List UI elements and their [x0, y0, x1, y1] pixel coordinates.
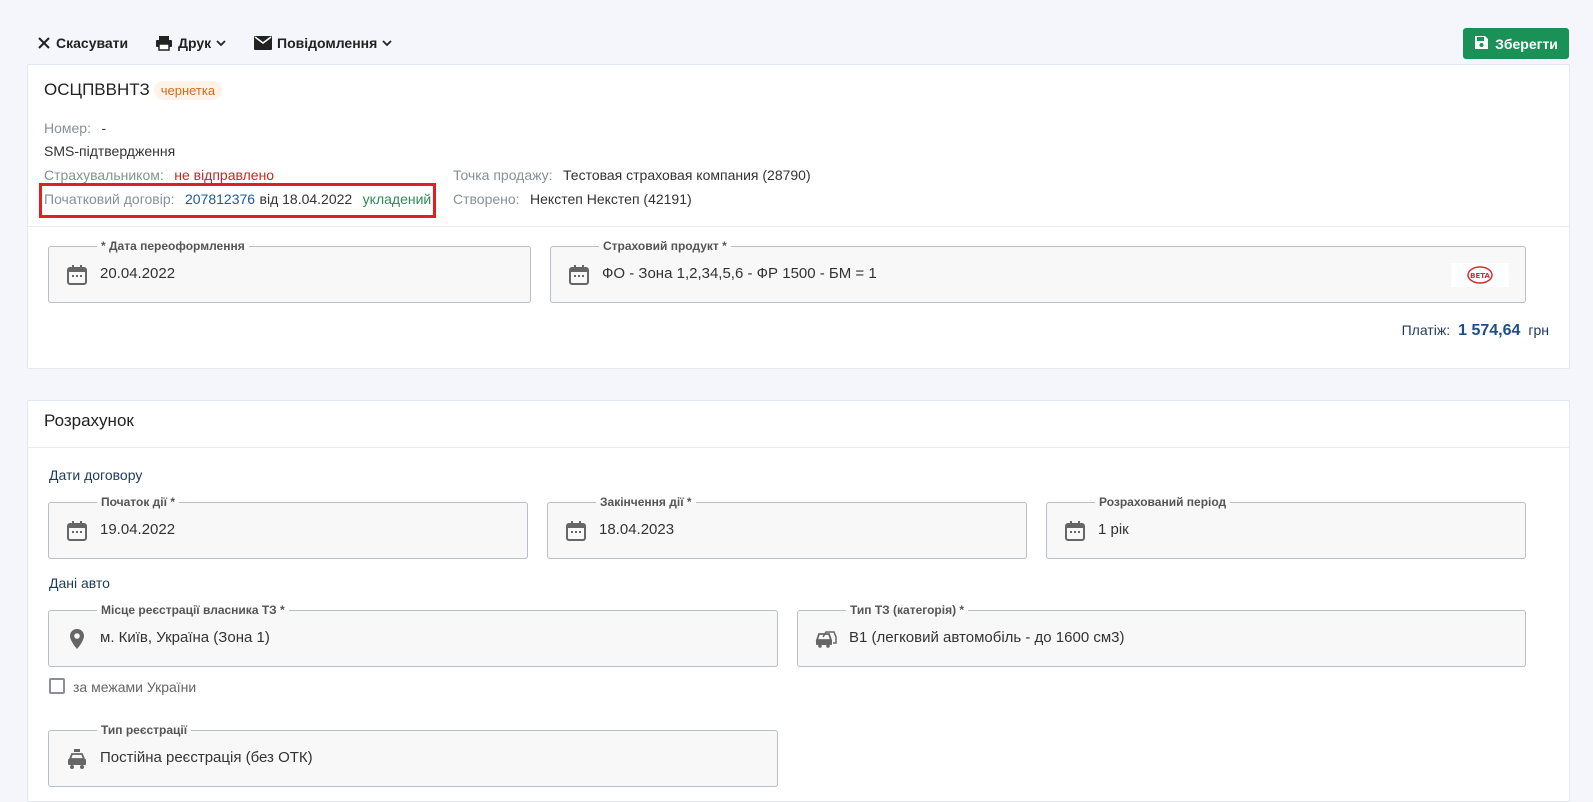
contract-title: ОСЦПВВНТЗ [44, 80, 150, 99]
svg-text:BETA: BETA [1470, 272, 1490, 280]
card-divider [28, 226, 1569, 227]
contract-dates-section: Дати договору [49, 467, 143, 483]
registration-type-field[interactable]: Тип реєстрації Постійна реєстрація (без … [48, 723, 778, 787]
payment-summary: Платіж: 1 574,64 грн [1402, 322, 1549, 340]
original-contract-date: від 18.04.2022 [259, 191, 353, 207]
period-label: Розрахований період [1095, 495, 1231, 509]
start-date-field[interactable]: Початок дії * 19.04.2022 [48, 495, 528, 559]
notifications-button[interactable]: Повідомлення [254, 32, 392, 54]
original-contract-row: Початковий договір: 207812376 від 18.04.… [44, 191, 431, 209]
vehicle-type-label: Тип ТЗ (категорія) * [846, 603, 969, 617]
insurer-status: не відправлено [174, 167, 275, 183]
save-button-label: Зберегти [1495, 35, 1558, 52]
registration-place-field[interactable]: Місце реєстрації власника ТЗ * м. Київ, … [48, 603, 778, 667]
registration-type-value: Постійна реєстрація (без ОТК) [100, 749, 313, 766]
card-divider [28, 447, 1569, 448]
payment-currency: грн [1528, 322, 1549, 338]
reissue-date-field[interactable]: * Дата переоформлення 20.04.2022 [48, 239, 531, 303]
vehicle-type-field[interactable]: Тип ТЗ (категорія) * B1 (легковий автомо… [797, 603, 1526, 667]
registration-type-label: Тип реєстрації [97, 723, 192, 737]
payment-label: Платіж: [1401, 322, 1451, 338]
calendar-icon[interactable] [66, 520, 88, 542]
sms-confirmation-label: SMS-підтвердження [44, 143, 176, 159]
insurance-product-field[interactable]: Страховий продукт * ФО - Зона 1,2,34,5,6… [550, 239, 1526, 303]
notifications-button-label: Повідомлення [277, 35, 378, 51]
calendar-icon[interactable] [565, 520, 587, 542]
status-badge: чернетка [153, 80, 223, 100]
taxi-icon [66, 748, 88, 770]
chevron-down-icon [216, 39, 226, 47]
reissue-date-label: * Дата переоформлення [97, 239, 249, 253]
abroad-checkbox[interactable] [49, 678, 65, 694]
calculation-title: Розрахунок [44, 411, 134, 430]
reissue-date-value: 20.04.2022 [100, 265, 176, 282]
contract-card: ОСЦПВВНТЗ чернетка Номер: - SMS-підтверд… [27, 64, 1570, 369]
created-row: Створено: Некстеп Некстеп (42191) [453, 191, 692, 209]
number-row: Номер: - [44, 120, 106, 138]
registration-place-value: м. Київ, Україна (Зона 1) [100, 629, 270, 646]
start-date-value: 19.04.2022 [100, 521, 176, 538]
registration-place-label: Місце реєстрації власника ТЗ * [97, 603, 289, 617]
insurer-label: Страхувальником: [44, 167, 164, 183]
car-data-section: Дані авто [49, 575, 110, 591]
mail-icon [254, 36, 272, 50]
abroad-checkbox-label[interactable]: за межами України [73, 679, 196, 695]
cancel-button[interactable]: Скасувати [37, 32, 128, 54]
contract-header: ОСЦПВВНТЗ чернетка [44, 80, 223, 100]
sale-point-row: Точка продажу: Тестовая страховая компан… [453, 167, 811, 185]
calculation-card: Розрахунок Дати договору Початок дії * 1… [27, 400, 1570, 802]
original-contract-status: укладений [362, 191, 432, 207]
number-value: - [101, 120, 107, 136]
calendar-icon [568, 264, 590, 286]
start-date-label: Початок дії * [97, 495, 180, 509]
location-pin-icon [66, 628, 88, 650]
close-icon [37, 36, 51, 50]
created-value: Некстеп Некстеп (42191) [530, 191, 692, 207]
chevron-down-icon [382, 39, 392, 47]
calendar-icon [1064, 520, 1086, 542]
original-contract-label: Початковий договір: [44, 191, 175, 207]
end-date-value: 18.04.2023 [599, 521, 675, 538]
end-date-field[interactable]: Закінчення дії * 18.04.2023 [547, 495, 1027, 559]
vehicle-type-value: B1 (легковий автомобіль - до 1600 см3) [849, 629, 1125, 646]
created-label: Створено: [453, 191, 520, 207]
beta-stamp-icon: BETA [1451, 263, 1509, 287]
payment-amount: 1 574,64 [1458, 322, 1521, 339]
original-contract-link[interactable]: 207812376 [185, 191, 255, 207]
sale-point-label: Точка продажу: [453, 167, 553, 183]
save-button[interactable]: Зберегти [1463, 28, 1569, 59]
sale-point-value: Тестовая страховая компания (28790) [563, 167, 811, 183]
insurance-product-label: Страховий продукт * [599, 239, 731, 253]
period-field[interactable]: Розрахований період 1 рік [1046, 495, 1526, 559]
print-button-label: Друк [178, 35, 212, 51]
printer-icon [155, 35, 173, 51]
cancel-button-label: Скасувати [56, 35, 129, 51]
insurance-product-value: ФО - Зона 1,2,34,5,6 - ФР 1500 - БМ = 1 [602, 265, 877, 282]
toolbar: Скасувати Друк Повідомлення Зберегти [0, 0, 1593, 62]
floppy-disk-icon [1474, 35, 1489, 53]
number-label: Номер: [44, 120, 91, 136]
end-date-label: Закінчення дії * [596, 495, 696, 509]
car-icon [815, 628, 837, 650]
period-value: 1 рік [1098, 521, 1129, 538]
print-button[interactable]: Друк [155, 32, 226, 54]
calendar-icon[interactable] [66, 264, 88, 286]
